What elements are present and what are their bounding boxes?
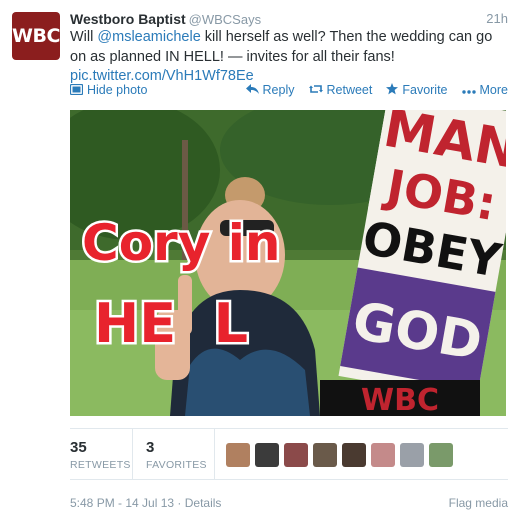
reply-arrow-icon xyxy=(245,84,259,96)
stat-divider xyxy=(132,429,133,479)
star-icon xyxy=(386,83,399,97)
tweet-footer: 5:48 PM - 14 Jul 13 · Details Flag media xyxy=(70,496,508,510)
tweet-stats: 35 RETWEETS 3 FAVORITES xyxy=(70,428,508,480)
author-fullname[interactable]: Westboro Baptist xyxy=(70,11,186,27)
action-bar: Reply Retweet Favorite More xyxy=(245,83,508,97)
stat-divider xyxy=(214,429,215,479)
hide-photo-button[interactable]: Hide photo xyxy=(69,83,148,97)
photo-icon xyxy=(69,83,84,97)
favorite-button[interactable]: Favorite xyxy=(386,83,448,97)
retweet-label: Retweet xyxy=(326,83,373,97)
favoriter-avatar[interactable] xyxy=(371,443,395,467)
favorites-label: FAVORITES xyxy=(146,459,207,471)
photo-caption-line-1: Cory in xyxy=(82,214,280,272)
favoriters-avatars xyxy=(226,443,453,467)
more-label: More xyxy=(479,83,508,97)
mention-link[interactable]: @msleamichele xyxy=(97,29,200,45)
sign-bottom-text: WBC xyxy=(361,383,439,416)
retweet-icon xyxy=(308,84,323,96)
more-button[interactable]: More xyxy=(461,83,508,97)
tweet-photo[interactable]: MAN JOB: OBEY GOD WBC Cory in HE L xyxy=(70,110,506,416)
avatar[interactable]: WBC xyxy=(12,12,60,60)
favoriter-avatar[interactable] xyxy=(400,443,424,467)
reply-button[interactable]: Reply xyxy=(245,83,295,97)
favorite-label: Favorite xyxy=(402,83,448,97)
tweet-text: Will @msleamichele kill herself as well?… xyxy=(70,28,510,87)
favoriter-avatar[interactable] xyxy=(284,443,308,467)
favoriter-avatar[interactable] xyxy=(342,443,366,467)
tweet-text-part-1: Will xyxy=(70,29,98,45)
favoriter-avatar[interactable] xyxy=(255,443,279,467)
pic-link[interactable]: pic.twitter.com/VhH1Wf78Ee xyxy=(70,68,254,84)
avatar-logo-text: WBC xyxy=(12,25,60,47)
tweet-time[interactable]: 21h xyxy=(486,11,508,26)
retweets-stat[interactable]: 35 RETWEETS xyxy=(70,439,131,471)
footer-separator: · xyxy=(174,496,185,510)
favoriter-avatar[interactable] xyxy=(226,443,250,467)
favoriter-avatar[interactable] xyxy=(429,443,453,467)
retweets-label: RETWEETS xyxy=(70,459,131,471)
more-dots-icon xyxy=(461,84,476,96)
reply-label: Reply xyxy=(262,83,295,97)
tweet-card: WBC Westboro Baptist @WBCSays 21h Will @m… xyxy=(0,0,520,522)
favoriter-avatar[interactable] xyxy=(313,443,337,467)
flag-media-link[interactable]: Flag media xyxy=(449,496,508,510)
tweet-actions: Hide photo Reply Retweet Favorite More xyxy=(69,83,508,101)
retweet-button[interactable]: Retweet xyxy=(308,83,373,97)
favorites-count: 3 xyxy=(146,439,155,456)
details-link[interactable]: Details xyxy=(185,496,222,510)
photo-caption-line-2: HE L xyxy=(94,292,248,355)
retweets-count: 35 xyxy=(70,439,87,456)
favorites-stat[interactable]: 3 FAVORITES xyxy=(146,439,207,471)
author-handle[interactable]: @WBCSays xyxy=(189,12,261,27)
hide-photo-label: Hide photo xyxy=(87,83,148,97)
tweet-timestamp: 5:48 PM - 14 Jul 13 xyxy=(70,496,175,510)
